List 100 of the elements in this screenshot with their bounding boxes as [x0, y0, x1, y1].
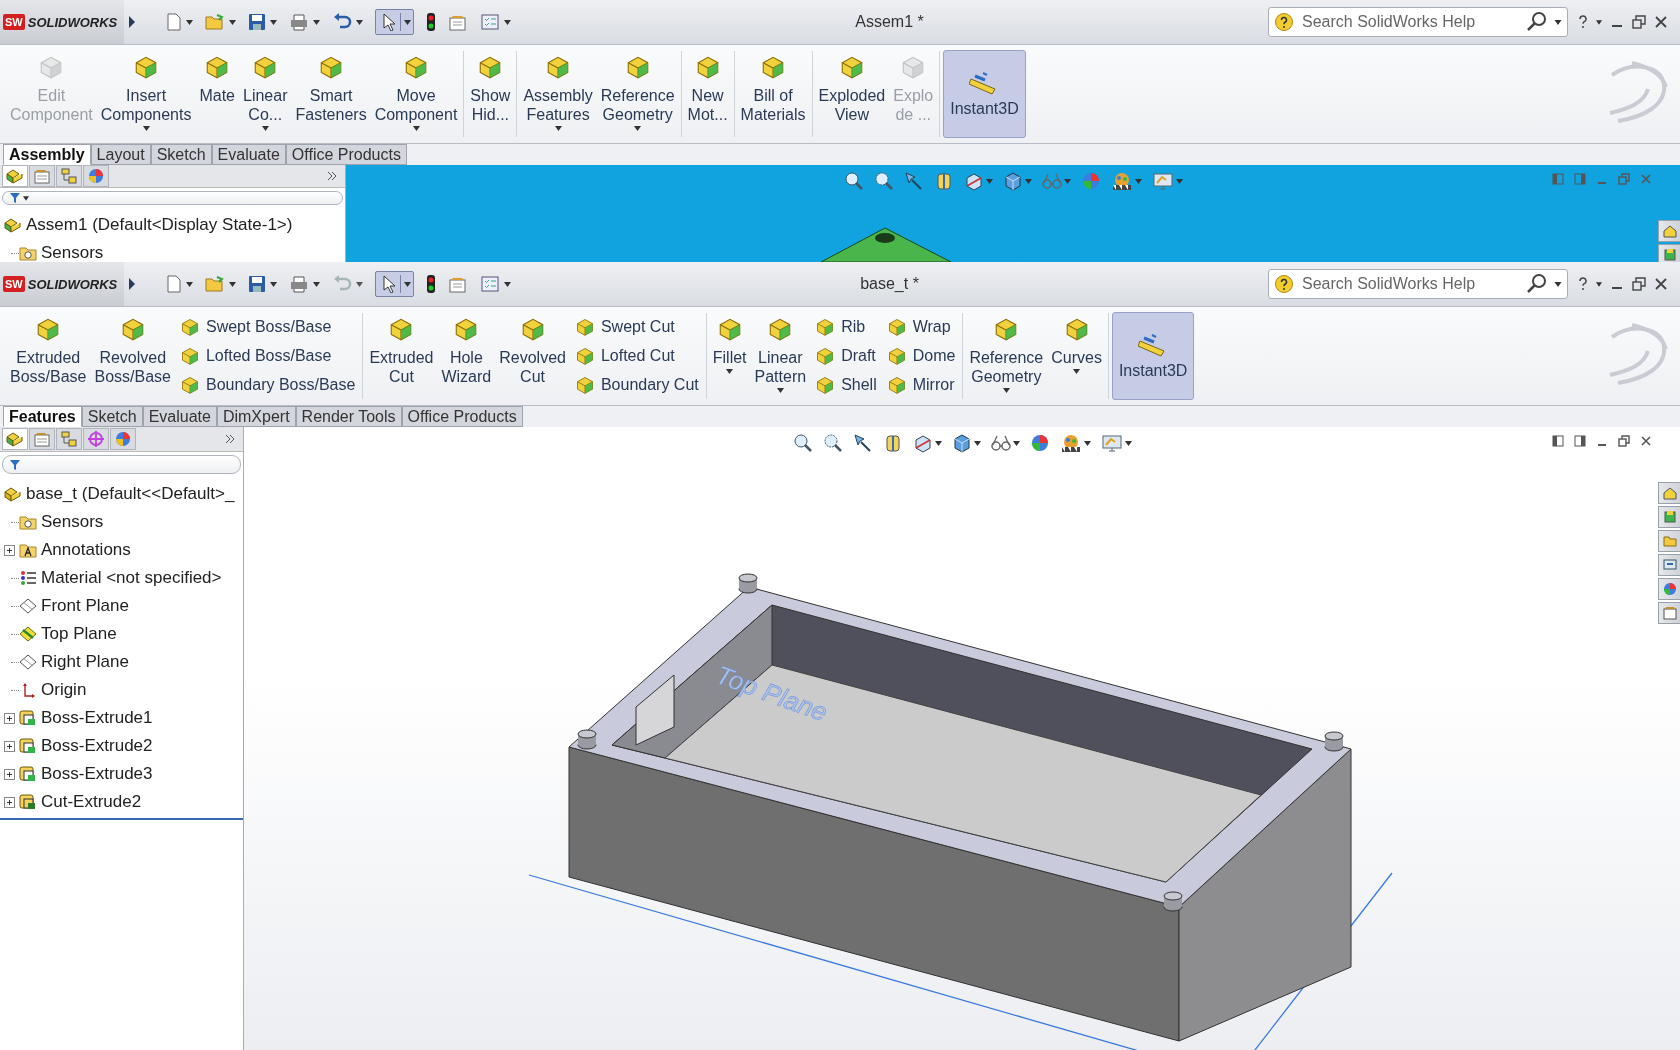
panel-tab[interactable] — [29, 165, 55, 187]
caret-icon[interactable] — [261, 126, 269, 131]
ribbon-button[interactable]: Lofted Boss/Base — [175, 345, 360, 367]
logo-bar[interactable]: SW SOLIDWORKS — [0, 0, 124, 44]
tree-item[interactable]: Top Plane — [19, 620, 117, 648]
caret-icon[interactable] — [934, 440, 942, 446]
save-icon[interactable] — [248, 275, 266, 293]
caret-icon[interactable] — [1124, 440, 1132, 446]
tile-right-icon[interactable] — [1574, 173, 1586, 185]
ribbon-button[interactable]: New Mot... — [684, 48, 731, 140]
ribbon-button[interactable]: Swept Cut — [570, 315, 703, 338]
tree-item[interactable]: Assem1 (Default<Display State-1>) — [0, 211, 345, 239]
panel-tab[interactable] — [2, 428, 28, 450]
panel-tab[interactable] — [83, 428, 109, 450]
tab[interactable]: Assembly — [3, 144, 91, 165]
tab[interactable]: Sketch — [150, 144, 212, 165]
ribbon-button[interactable]: Insert Components — [97, 48, 195, 140]
ribbon-button[interactable]: Assembly Features — [520, 48, 596, 140]
select-button[interactable] — [375, 271, 414, 297]
save-icon[interactable] — [248, 13, 266, 31]
section-cube-icon[interactable] — [912, 433, 933, 453]
caret-icon[interactable] — [726, 369, 734, 374]
ribbon-button[interactable]: Reference Geometry — [597, 48, 678, 140]
select-button[interactable] — [375, 9, 414, 35]
tile-left-icon[interactable] — [1552, 435, 1564, 447]
caret-icon[interactable] — [356, 19, 363, 25]
magnifier-icon[interactable] — [873, 171, 894, 191]
tab[interactable]: Evaluate — [211, 144, 286, 165]
checklist-icon[interactable] — [480, 13, 500, 31]
cube-view-icon[interactable] — [1002, 171, 1023, 191]
ribbon-button[interactable]: Mate — [196, 48, 238, 140]
tile-left-icon[interactable] — [1552, 173, 1564, 185]
tree-item[interactable]: Origin — [19, 676, 87, 704]
caret-icon[interactable] — [23, 195, 29, 201]
search-icon[interactable] — [1526, 11, 1548, 33]
close-icon[interactable] — [1640, 435, 1652, 447]
ribbon-button[interactable]: Move Component — [371, 48, 461, 140]
ribbon-button[interactable]: Revolved Boss/Base — [91, 310, 174, 402]
tab[interactable]: Features — [3, 406, 82, 427]
magnifier-icon[interactable] — [822, 433, 843, 453]
caret-icon[interactable] — [404, 281, 411, 287]
section-cube-icon[interactable] — [963, 171, 984, 191]
caret-icon[interactable] — [142, 126, 150, 131]
caret-icon[interactable] — [270, 281, 277, 287]
caret-icon[interactable] — [1554, 281, 1562, 287]
caret-icon[interactable] — [1554, 19, 1562, 25]
task-pane-tab[interactable] — [1658, 578, 1680, 600]
logo-bar[interactable]: SW SOLIDWORKS — [0, 262, 124, 306]
ribbon-button[interactable]: Lofted Cut — [570, 345, 703, 367]
filter-field[interactable] — [2, 191, 343, 205]
ribbon-button[interactable]: Swept Boss/Base — [175, 315, 360, 338]
tree-item[interactable]: Cut-Extrude2 — [19, 788, 142, 816]
ribbon-button[interactable]: Shell — [811, 374, 881, 397]
checklist-icon[interactable] — [480, 275, 500, 293]
ribbon-button[interactable]: Linear Pattern — [751, 310, 810, 402]
magnifier-icon[interactable] — [792, 433, 813, 453]
caret-icon[interactable] — [1596, 281, 1602, 287]
search-bar[interactable]: Search SolidWorks Help — [1268, 7, 1568, 37]
caret-icon[interactable] — [412, 126, 420, 131]
caret-icon[interactable] — [554, 126, 562, 131]
ribbon-button[interactable]: Extruded Cut — [366, 310, 437, 402]
tab[interactable]: Office Products — [285, 144, 407, 165]
ribbon-button[interactable]: Rib — [811, 315, 881, 338]
tree-item[interactable]: base_t (Default<<Default>_ — [0, 480, 243, 508]
task-pane-tab[interactable] — [1658, 554, 1680, 576]
help-icon[interactable] — [1578, 277, 1588, 291]
restore-icon[interactable] — [1632, 15, 1646, 29]
panel-tab[interactable] — [2, 165, 28, 187]
tree-item[interactable]: Annotations — [19, 536, 131, 564]
traffic-light-icon[interactable] — [426, 12, 436, 32]
tree-item[interactable]: Material <not specified> — [19, 564, 222, 592]
pointer-icon[interactable] — [852, 433, 873, 453]
ribbon-button[interactable]: Smart Fasteners — [292, 48, 370, 140]
magnifier-icon[interactable] — [843, 171, 864, 191]
caret-icon[interactable] — [404, 19, 411, 25]
tab[interactable]: Office Products — [401, 406, 523, 427]
panel-tab[interactable] — [56, 428, 82, 450]
task-pane-tab[interactable] — [1658, 506, 1680, 528]
caret-icon[interactable] — [270, 19, 277, 25]
tree-item[interactable]: Boss-Extrude2 — [19, 732, 153, 760]
expand-icon[interactable] — [4, 796, 15, 808]
restore-icon[interactable] — [1632, 277, 1646, 291]
caret-icon[interactable] — [634, 126, 642, 131]
sphere-icon[interactable] — [1029, 433, 1050, 453]
caret-icon[interactable] — [229, 19, 236, 25]
tile-right-icon[interactable] — [1574, 435, 1586, 447]
caret-icon[interactable] — [504, 281, 511, 287]
caret-icon[interactable] — [313, 19, 320, 25]
caret-icon[interactable] — [1012, 440, 1020, 446]
task-pane-tab[interactable] — [1658, 482, 1680, 504]
caret-icon[interactable] — [1083, 440, 1091, 446]
tree-item[interactable]: Right Plane — [19, 648, 129, 676]
cube-view-icon[interactable] — [951, 433, 972, 453]
ribbon-button[interactable]: Bill of Materials — [737, 48, 809, 140]
traffic-light-icon[interactable] — [426, 274, 436, 294]
caret-icon[interactable] — [356, 281, 363, 287]
tab[interactable]: Sketch — [81, 406, 143, 427]
expand-icon[interactable] — [4, 740, 15, 752]
caret-icon[interactable] — [776, 388, 784, 393]
tree-item[interactable]: Front Plane — [19, 592, 129, 620]
